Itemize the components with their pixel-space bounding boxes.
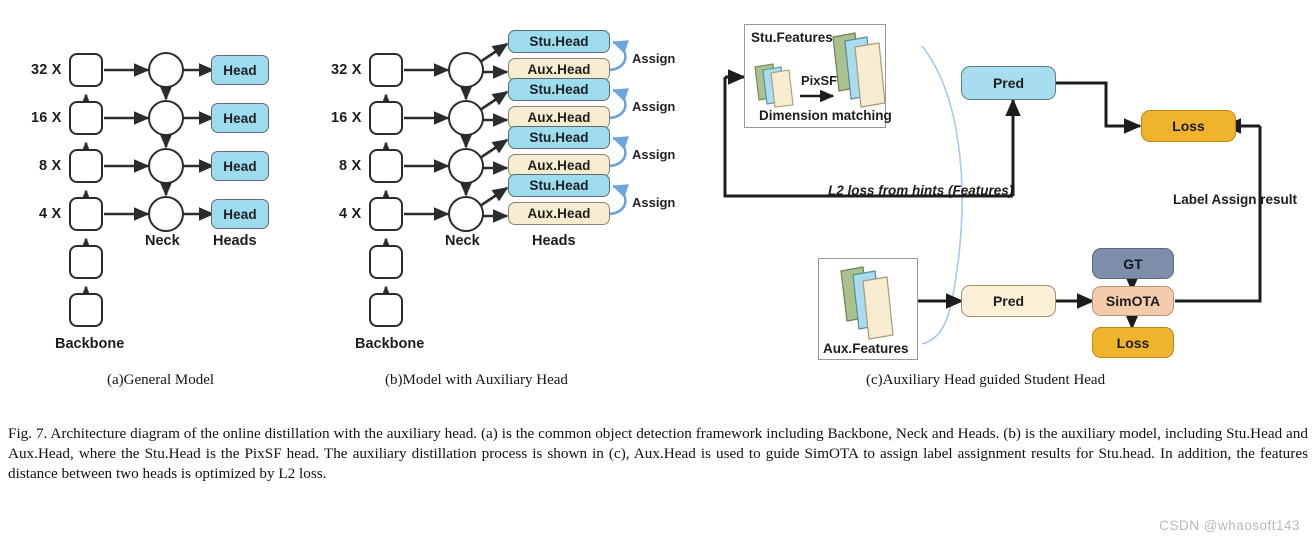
scale-label-4x: 4 X <box>39 206 62 222</box>
backbone-block <box>69 149 103 183</box>
stu-head-chip[interactable]: Stu.Head <box>508 174 610 197</box>
backbone-block <box>369 293 403 327</box>
head-chip[interactable]: Head <box>211 55 269 85</box>
aux-features-title: Aux.Features <box>823 341 909 356</box>
panel-b: 32 X 16 X 8 X 4 X Stu.Head Aux.Head Assi… <box>300 0 700 400</box>
neck-node <box>148 100 184 136</box>
heads-column-caption: Heads <box>532 233 576 249</box>
backbone-column-caption: Backbone <box>355 336 425 352</box>
assign-label: Assign <box>632 99 676 114</box>
aux-head-chip[interactable]: Aux.Head <box>508 202 610 225</box>
neck-node <box>448 100 484 136</box>
head-chip[interactable]: Head <box>211 199 269 229</box>
scale-label-16x: 16 X <box>31 110 62 126</box>
panel-c-caption: (c)Auxiliary Head guided Student Head <box>866 372 1106 388</box>
loss-bottom-box[interactable]: Loss <box>1092 327 1174 358</box>
aux-features-frame: Aux.Features <box>818 258 918 360</box>
assign-label: Assign <box>632 195 676 210</box>
scale-label-8x: 8 X <box>39 158 62 174</box>
neck-node <box>148 148 184 184</box>
l2-loss-label: L2 loss from hints (Features) <box>828 183 1014 198</box>
backbone-block <box>69 293 103 327</box>
pred-top-box[interactable]: Pred <box>961 66 1056 100</box>
backbone-block <box>69 53 103 87</box>
panel-b-caption: (b)Model with Auxiliary Head <box>385 372 568 388</box>
panel-c: Stu.Features PixSF Dimension matching Au… <box>700 0 1314 400</box>
neck-column-caption: Neck <box>445 233 480 249</box>
scale-label-8x: 8 X <box>339 158 362 174</box>
backbone-block <box>69 197 103 231</box>
head-chip[interactable]: Head <box>211 151 269 181</box>
neck-node <box>448 52 484 88</box>
neck-column-caption: Neck <box>145 233 180 249</box>
watermark: CSDN @whaosoft143 <box>1159 518 1300 533</box>
loss-top-box[interactable]: Loss <box>1141 110 1236 142</box>
neck-node <box>148 52 184 88</box>
simota-box[interactable]: SimOTA <box>1092 286 1174 316</box>
scale-label-4x: 4 X <box>339 206 362 222</box>
backbone-block <box>69 245 103 279</box>
figure-caption: Fig. 7. Architecture diagram of the onli… <box>8 425 1308 483</box>
backbone-block <box>369 245 403 279</box>
panel-a-caption: (a)General Model <box>107 372 215 388</box>
neck-node <box>448 196 484 232</box>
stu-features-big-stack <box>832 32 886 108</box>
backbone-block <box>369 53 403 87</box>
stu-head-chip[interactable]: Stu.Head <box>508 30 610 53</box>
backbone-block <box>369 197 403 231</box>
assign-label: Assign <box>632 51 676 66</box>
backbone-block <box>369 149 403 183</box>
panel-a: 32 X 16 X 8 X 4 X Head Head Head Head Ne… <box>0 0 300 400</box>
stu-features-frame: Stu.Features PixSF Dimension matching <box>744 24 892 128</box>
scale-label-32x: 32 X <box>31 62 62 78</box>
aux-features-stack <box>840 266 894 340</box>
heads-column-caption: Heads <box>213 233 257 249</box>
backbone-block <box>369 101 403 135</box>
label-assign-result-label: Label Assign result <box>1173 192 1298 207</box>
neck-node <box>148 196 184 232</box>
stu-features-title: Stu.Features <box>751 30 833 45</box>
head-chip[interactable]: Head <box>211 103 269 133</box>
backbone-column-caption: Backbone <box>55 336 125 352</box>
stu-head-chip[interactable]: Stu.Head <box>508 78 610 101</box>
pred-bottom-box[interactable]: Pred <box>961 285 1056 317</box>
backbone-block <box>69 101 103 135</box>
stu-head-chip[interactable]: Stu.Head <box>508 126 610 149</box>
neck-node <box>448 148 484 184</box>
scale-label-16x: 16 X <box>331 110 362 126</box>
assign-label: Assign <box>632 147 676 162</box>
scale-label-32x: 32 X <box>331 62 362 78</box>
gt-box[interactable]: GT <box>1092 248 1174 279</box>
figure-root: 32 X 16 X 8 X 4 X Head Head Head Head Ne… <box>0 0 1314 544</box>
dimension-matching-label: Dimension matching <box>759 108 892 123</box>
